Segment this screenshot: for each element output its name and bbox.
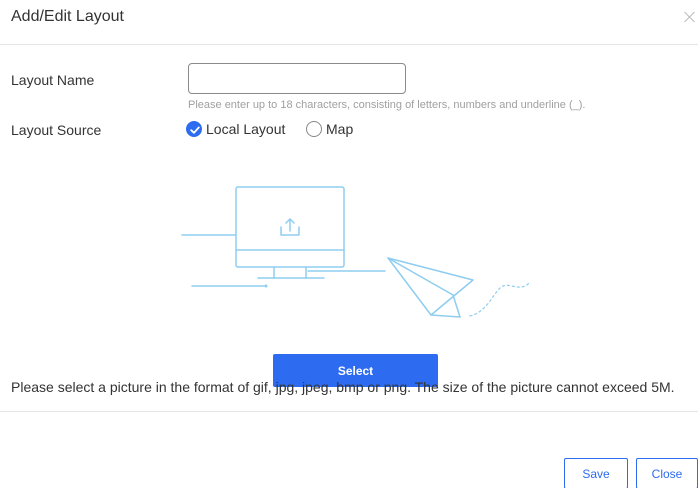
radio-unchecked-icon bbox=[306, 121, 322, 137]
save-button[interactable]: Save bbox=[564, 458, 628, 488]
layout-source-label: Layout Source bbox=[11, 122, 102, 138]
layout-name-label: Layout Name bbox=[11, 72, 95, 88]
format-note: Please select a picture in the format of… bbox=[11, 379, 675, 395]
radio-checked-icon bbox=[186, 121, 202, 137]
dialog-title: Add/Edit Layout bbox=[11, 8, 124, 25]
close-button[interactable]: Close bbox=[636, 458, 698, 488]
layout-name-hint: Please enter up to 18 characters, consis… bbox=[188, 99, 586, 111]
upload-icon bbox=[280, 218, 300, 236]
add-edit-layout-dialog: Add/Edit Layout Layout Name Please enter… bbox=[0, 0, 698, 488]
radio-map-label: Map bbox=[326, 121, 354, 137]
radio-local-layout[interactable]: Local Layout bbox=[186, 121, 285, 137]
dialog-header: Add/Edit Layout bbox=[0, 0, 698, 45]
close-icon[interactable] bbox=[683, 10, 697, 24]
footer-divider bbox=[0, 411, 698, 412]
layout-name-input[interactable] bbox=[188, 63, 406, 94]
paper-plane-icon bbox=[387, 257, 474, 318]
upload-monitor-illustration bbox=[181, 186, 531, 318]
radio-map[interactable]: Map bbox=[306, 121, 353, 137]
radio-local-layout-label: Local Layout bbox=[206, 121, 286, 137]
